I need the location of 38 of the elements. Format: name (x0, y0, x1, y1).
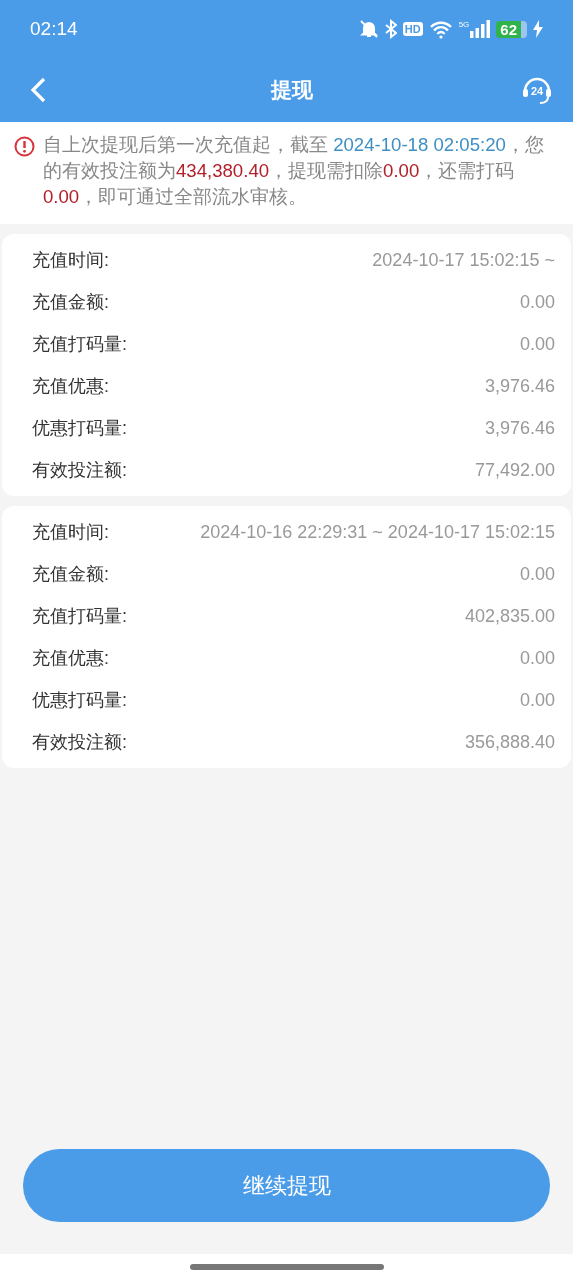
field-label: 充值打码量: (32, 605, 127, 628)
field-label: 充值优惠: (32, 647, 109, 670)
field-label: 充值打码量: (32, 333, 127, 356)
field-value: 402,835.00 (464, 605, 555, 627)
warning-icon (14, 136, 35, 157)
wifi-icon (428, 19, 453, 39)
continue-withdraw-button[interactable]: 继续提现 (23, 1149, 550, 1222)
field-value: 0.00 (519, 333, 555, 355)
field-value: 0.00 (519, 563, 555, 585)
field-value: 356,888.40 (464, 731, 555, 753)
charging-icon (533, 20, 543, 38)
notice-text: 自上次提现后第一次充值起，截至 2024-10-18 02:05:20，您的有效投注额为434,380.40，提现需扣除0.00，还需打码 0.00，即可通过全部流水审核。 (43, 133, 545, 209)
field-label: 充值金额: (32, 291, 109, 314)
bluetooth-icon (384, 19, 397, 39)
field-label: 有效投注额: (32, 459, 127, 482)
field-value: 0.00 (519, 689, 555, 711)
field-value: 0.00 (519, 291, 555, 313)
field-value: 77,492.00 (474, 459, 555, 481)
field-label: 充值时间: (32, 521, 109, 544)
field-label: 优惠打码量: (32, 417, 127, 440)
bell-muted-icon (358, 19, 379, 39)
field-value: 0.00 (519, 647, 555, 669)
field-label: 有效投注额: (32, 731, 127, 754)
network-label: 5G (458, 20, 470, 29)
page-title: 提现 (269, 77, 314, 104)
hd-badge: HD (402, 22, 423, 36)
back-icon[interactable] (30, 77, 46, 103)
battery-level: 62 (496, 20, 527, 38)
field-value: 3,976.46 (484, 375, 555, 397)
field-label: 优惠打码量: (32, 689, 127, 712)
status-time: 02:14 (30, 18, 79, 40)
field-label: 充值优惠: (32, 375, 109, 398)
field-value: 2024-10-17 15:02:15 ~ (372, 249, 555, 271)
field-value: 2024-10-16 22:29:31 ~ 2024-10-17 15:02:15 (200, 521, 555, 543)
field-label: 充值时间: (32, 249, 109, 272)
field-value: 3,976.46 (484, 417, 555, 439)
signal-icon (470, 20, 491, 38)
field-label: 充值金额: (32, 563, 109, 586)
